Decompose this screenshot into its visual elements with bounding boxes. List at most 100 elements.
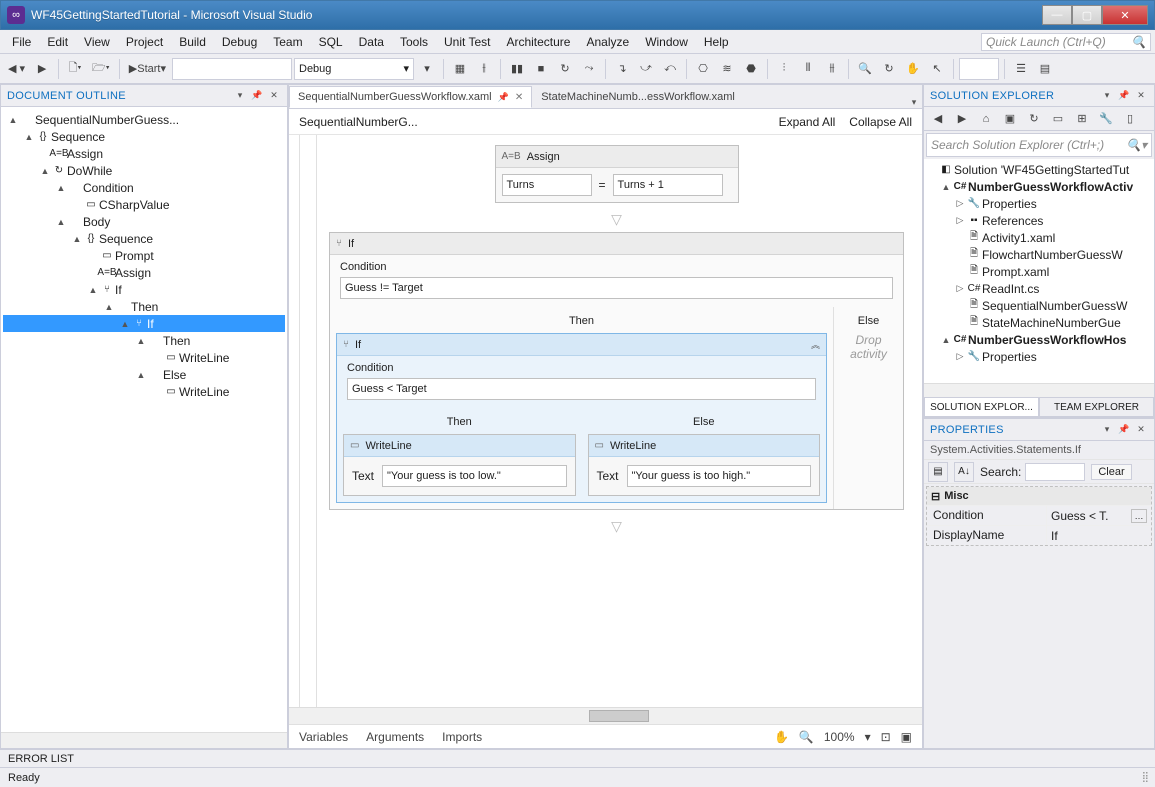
solution-item[interactable]: ▷🔧Properties (924, 348, 1154, 365)
writeline-else[interactable]: ▭WriteLine Text "Your guess is too high.… (588, 434, 821, 496)
tree-item[interactable]: ▲⑂If (3, 281, 285, 298)
refresh-icon[interactable]: ↻ (878, 58, 900, 80)
close-icon[interactable]: ✕ (515, 92, 523, 103)
start-button[interactable]: ▶ Start ▾ (125, 58, 170, 80)
forward-icon[interactable]: ▶ (952, 109, 972, 129)
step-into-icon[interactable]: ↴ (611, 58, 633, 80)
tree-item[interactable]: ▭WriteLine (3, 349, 285, 366)
tree-item[interactable]: ▲{}Sequence (3, 128, 285, 145)
extra-icon-1[interactable]: ⫶ (773, 58, 795, 80)
menu-view[interactable]: View (76, 32, 118, 52)
solution-item[interactable]: ▲C#NumberGuessWorkflowHos (924, 331, 1154, 348)
tab-variables[interactable]: Variables (299, 730, 348, 744)
clear-button[interactable]: Clear (1091, 464, 1131, 480)
overview-icon[interactable]: ▣ (901, 730, 912, 744)
tree-item[interactable]: ▲{}Sequence (3, 230, 285, 247)
pan-icon[interactable]: ✋ (774, 730, 789, 744)
quick-launch-input[interactable]: Quick Launch (Ctrl+Q) 🔍 (981, 33, 1151, 51)
showall-icon[interactable]: ⊞ (1072, 109, 1092, 129)
preview-icon[interactable]: ▯ (1120, 109, 1140, 129)
cursor-icon[interactable]: ↖ (926, 58, 948, 80)
tab-statemachine[interactable]: StateMachineNumb...essWorkflow.xaml (532, 86, 744, 108)
extra-icon-2[interactable]: ⫴ (797, 58, 819, 80)
back-icon[interactable]: ◀ (928, 109, 948, 129)
assign-activity[interactable]: A=BAssign Turns = Turns + 1 (495, 145, 739, 203)
tree-item[interactable]: ▭WriteLine (3, 383, 285, 400)
step-over-icon[interactable]: ⤻ (635, 58, 657, 80)
assign-value-input[interactable]: Turns + 1 (613, 174, 723, 196)
menu-unittest[interactable]: Unit Test (436, 32, 498, 52)
hex-icon[interactable]: ⎔ (692, 58, 714, 80)
assign-to-input[interactable]: Turns (502, 174, 592, 196)
menu-team[interactable]: Team (265, 32, 310, 52)
stop-icon[interactable]: ■ (530, 58, 552, 80)
tree-item[interactable]: ▲SequentialNumberGuess... (3, 111, 285, 128)
tabs-dropdown-icon[interactable]: ▾ (906, 97, 922, 108)
tree-item[interactable]: A=BAssign (3, 264, 285, 281)
inner-condition-input[interactable]: Guess < Target (347, 378, 816, 400)
nav-fwd-button[interactable]: ▶ (31, 58, 53, 80)
breadcrumb[interactable]: SequentialNumberG... (299, 115, 418, 129)
writeline-then[interactable]: ▭WriteLine Text "Your guess is too low." (343, 434, 576, 496)
pause-icon[interactable]: ▮▮ (506, 58, 528, 80)
tab-arguments[interactable]: Arguments (366, 730, 424, 744)
expand-all-link[interactable]: Expand All (779, 115, 836, 129)
home-icon[interactable]: ⌂ (976, 109, 996, 129)
panel-menu-icon[interactable]: ▾ (1100, 89, 1114, 103)
menu-data[interactable]: Data (351, 32, 392, 52)
step-out-icon[interactable]: ⤺ (659, 58, 681, 80)
grid-icon[interactable]: ▤ (1034, 58, 1056, 80)
tree-item[interactable]: ▲Else (3, 366, 285, 383)
prop-value[interactable]: Guess < T. (1051, 509, 1108, 523)
close-icon[interactable]: ✕ (1134, 423, 1148, 437)
error-list-tab[interactable]: ERROR LIST (0, 749, 1155, 767)
breakpoints-icon[interactable]: ⬣ (740, 58, 762, 80)
next-statement-icon[interactable]: ⤳ (578, 58, 600, 80)
empty-combo[interactable] (959, 58, 999, 80)
menu-build[interactable]: Build (171, 32, 214, 52)
tree-item[interactable]: ▲Then (3, 332, 285, 349)
alphabetical-icon[interactable]: A↓ (954, 462, 974, 482)
platform-combo[interactable]: ▾ (416, 58, 438, 80)
categorized-icon[interactable]: ▤ (928, 462, 948, 482)
drop-target[interactable]: Drop activity (840, 333, 897, 361)
tree-item[interactable]: A=BAssign (3, 145, 285, 162)
outer-if-activity[interactable]: ⑂If Condition Guess != Target Then ⑂ If … (329, 232, 904, 510)
tree-item[interactable]: ▲Then (3, 298, 285, 315)
fit-icon[interactable]: ⊡ (881, 730, 891, 744)
writeline-text-input[interactable]: "Your guess is too low." (382, 465, 566, 487)
hand-icon[interactable]: ✋ (902, 58, 924, 80)
panel-menu-icon[interactable]: ▾ (1100, 423, 1114, 437)
collapse-icon[interactable]: ︽ (811, 338, 820, 351)
solution-item[interactable]: 🗎Activity1.xaml (924, 229, 1154, 246)
layers-icon[interactable]: ▦ (449, 58, 471, 80)
horizontal-scrollbar[interactable] (1, 732, 287, 748)
category-misc[interactable]: Misc (944, 490, 968, 502)
zoom-level[interactable]: 100% (824, 730, 855, 744)
tab-team-explorer[interactable]: TEAM EXPLORER (1039, 397, 1154, 417)
pin-icon[interactable]: 📌 (498, 92, 509, 103)
solution-item[interactable]: ▷C#ReadInt.cs (924, 280, 1154, 297)
threads-icon[interactable]: ≋ (716, 58, 738, 80)
new-diagram-icon[interactable]: ⫲ (473, 58, 495, 80)
zoom-dropdown-icon[interactable]: ▾ (865, 730, 871, 744)
resize-grip-icon[interactable]: ⣿ (1142, 772, 1147, 783)
maximize-button[interactable]: ▢ (1072, 5, 1102, 25)
restart-icon[interactable]: ↻ (554, 58, 576, 80)
solution-item[interactable]: 🗎Prompt.xaml (924, 263, 1154, 280)
menu-debug[interactable]: Debug (214, 32, 265, 52)
nav-back-button[interactable]: ◀ ▾ (4, 58, 29, 80)
solution-item[interactable]: 🗎FlowchartNumberGuessW (924, 246, 1154, 263)
horizontal-scrollbar[interactable] (924, 383, 1154, 397)
close-icon[interactable]: ✕ (267, 89, 281, 103)
extra-icon-3[interactable]: ⫵ (821, 58, 843, 80)
list-icon[interactable]: ☰ (1010, 58, 1032, 80)
close-button[interactable]: ✕ (1102, 5, 1148, 25)
pin-icon[interactable]: 📌 (1117, 89, 1131, 103)
solution-item[interactable]: ▷▪▪References (924, 212, 1154, 229)
tab-sequential[interactable]: SequentialNumberGuessWorkflow.xaml 📌 ✕ (289, 86, 532, 108)
tree-item[interactable]: ▭Prompt (3, 247, 285, 264)
sync-icon[interactable]: ▣ (1000, 109, 1020, 129)
menu-help[interactable]: Help (696, 32, 737, 52)
menu-analyze[interactable]: Analyze (578, 32, 637, 52)
